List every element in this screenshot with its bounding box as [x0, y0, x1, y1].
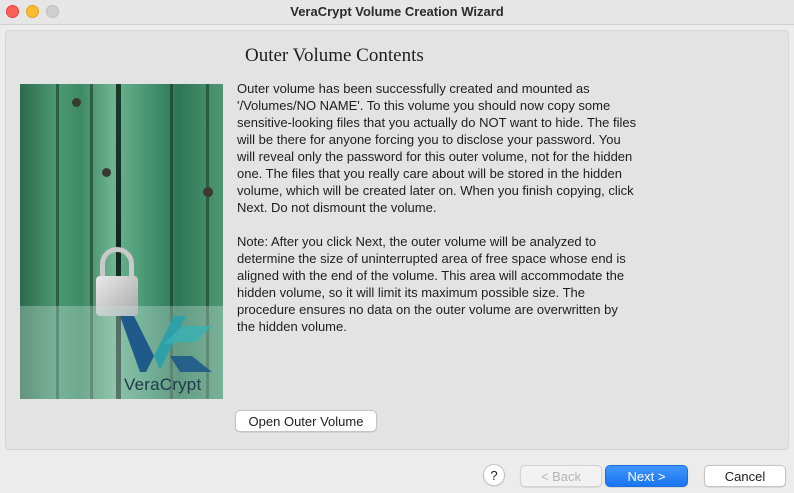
title-bar[interactable]: VeraCrypt Volume Creation Wizard [0, 0, 794, 25]
veracrypt-side-image: VeraCrypt [20, 84, 223, 399]
page-title: Outer Volume Contents [245, 45, 424, 66]
cancel-button[interactable]: Cancel [704, 465, 786, 487]
veracrypt-logo-icon [120, 316, 212, 372]
open-outer-volume-button[interactable]: Open Outer Volume [235, 410, 377, 432]
nail-icon [203, 187, 213, 197]
window-title: VeraCrypt Volume Creation Wizard [290, 4, 504, 19]
veracrypt-brand-text: VeraCrypt [124, 375, 202, 394]
description-text: Outer volume has been successfully creat… [237, 80, 637, 335]
nail-icon [72, 98, 81, 107]
next-button[interactable]: Next > [605, 465, 688, 487]
back-button[interactable]: < Back [520, 465, 602, 487]
wizard-window: VeraCrypt Volume Creation Wizard Outer V… [0, 0, 794, 493]
note-paragraph: Note: After you click Next, the outer vo… [237, 234, 626, 334]
help-button[interactable]: ? [483, 464, 505, 486]
nail-icon [102, 168, 111, 177]
description-paragraph: Outer volume has been successfully creat… [237, 81, 637, 215]
